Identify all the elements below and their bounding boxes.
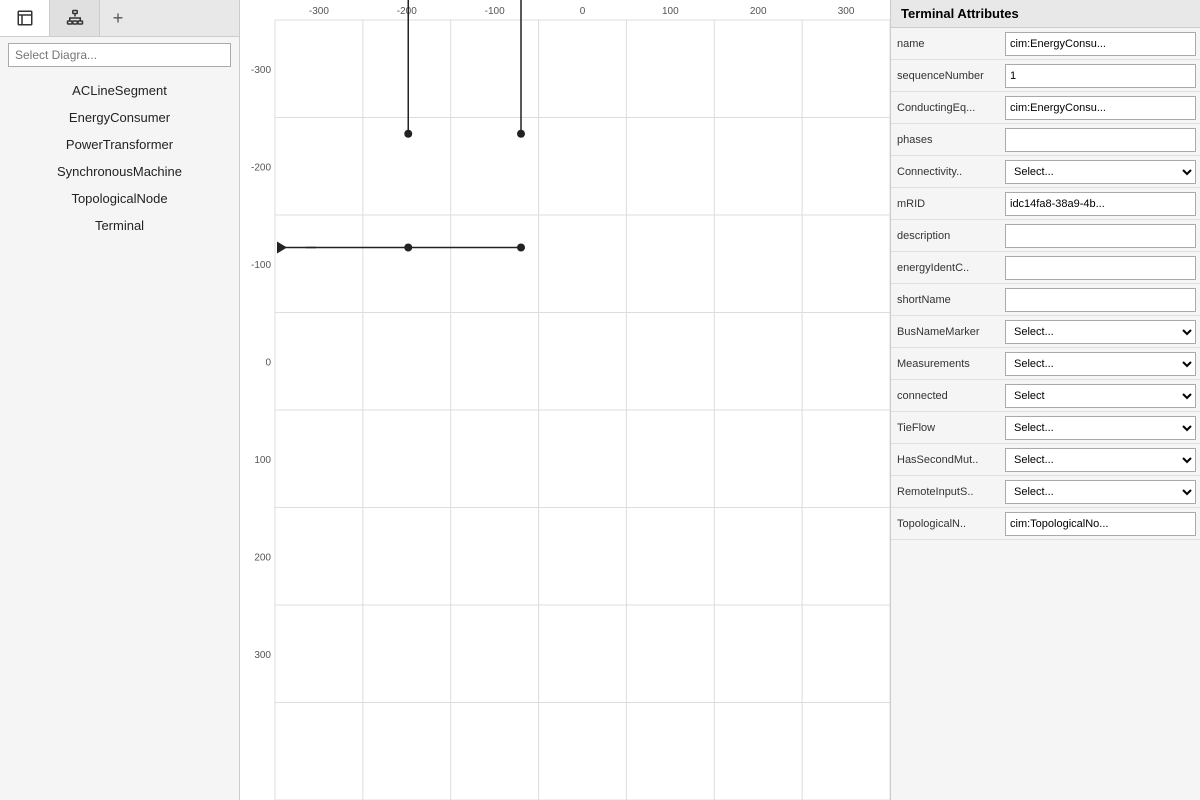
attr-value[interactable] [1001, 286, 1200, 314]
attr-label: mRID [891, 194, 1001, 214]
attr-select[interactable]: Select [1005, 384, 1196, 408]
attr-row: mRID [891, 188, 1200, 220]
attr-row: Connectivity..Select... [891, 156, 1200, 188]
diagram-tab[interactable] [0, 0, 50, 36]
attr-value[interactable]: Select... [1001, 158, 1200, 186]
select-diagram-input[interactable]: Select Diagra... [8, 43, 231, 67]
attr-select[interactable]: Select... [1005, 416, 1196, 440]
attr-value[interactable]: Select... [1001, 478, 1200, 506]
attr-select[interactable]: Select... [1005, 448, 1196, 472]
attr-label: shortName [891, 290, 1001, 310]
attr-label: RemoteInputS.. [891, 482, 1001, 502]
attr-row: TieFlowSelect... [891, 412, 1200, 444]
attr-input[interactable] [1005, 32, 1196, 56]
attributes-container: name sequenceNumber ConductingEq... phases C… [891, 28, 1200, 540]
right-panel: Terminal Attributes name sequenceNumber Co… [890, 0, 1200, 800]
attr-label: description [891, 226, 1001, 246]
svg-text:200: 200 [254, 552, 271, 563]
sidebar-nav-item[interactable]: EnergyConsumer [0, 104, 239, 131]
attr-value[interactable] [1001, 190, 1200, 218]
attr-row: connectedSelect [891, 380, 1200, 412]
attr-value[interactable] [1001, 126, 1200, 154]
attr-value[interactable] [1001, 30, 1200, 58]
attr-input[interactable] [1005, 512, 1196, 536]
attr-select[interactable]: Select... [1005, 320, 1196, 344]
attr-input[interactable] [1005, 224, 1196, 248]
attr-label: energyIdentC.. [891, 258, 1001, 278]
attr-label: ConductingEq... [891, 98, 1001, 118]
attr-input[interactable] [1005, 256, 1196, 280]
svg-text:-300: -300 [309, 6, 329, 17]
attr-value[interactable] [1001, 510, 1200, 538]
attr-select[interactable]: Select... [1005, 160, 1196, 184]
attr-label: Measurements [891, 354, 1001, 374]
sidebar: + Select Diagra... ACLineSegmentEnergyCo… [0, 0, 240, 800]
attr-value[interactable]: Select... [1001, 414, 1200, 442]
sidebar-nav-item[interactable]: Terminal [0, 212, 239, 239]
grid-svg: -300 -200 -100 0 100 200 300 -300 -200 -100 0 100 20… [240, 0, 890, 800]
attr-input[interactable] [1005, 128, 1196, 152]
attr-row: HasSecondMut..Select... [891, 444, 1200, 476]
attr-label: name [891, 34, 1001, 54]
attr-value[interactable] [1001, 94, 1200, 122]
svg-text:0: 0 [580, 6, 586, 17]
nav-list: ACLineSegmentEnergyConsumerPowerTransfor… [0, 73, 239, 243]
attr-row: BusNameMarkerSelect... [891, 316, 1200, 348]
attr-value[interactable]: Select [1001, 382, 1200, 410]
attr-input[interactable] [1005, 96, 1196, 120]
attr-value[interactable] [1001, 254, 1200, 282]
svg-text:300: 300 [254, 650, 271, 661]
svg-text:100: 100 [254, 455, 271, 466]
attr-row: shortName [891, 284, 1200, 316]
attr-select[interactable]: Select... [1005, 352, 1196, 376]
attr-row: MeasurementsSelect... [891, 348, 1200, 380]
attr-label: phases [891, 130, 1001, 150]
attr-row: TopologicalN.. [891, 508, 1200, 540]
attr-input[interactable] [1005, 64, 1196, 88]
add-diagram-button[interactable]: + [100, 0, 136, 36]
attr-label: BusNameMarker [891, 322, 1001, 342]
attr-value[interactable]: Select... [1001, 318, 1200, 346]
sidebar-nav-item[interactable]: PowerTransformer [0, 131, 239, 158]
attr-row: energyIdentC.. [891, 252, 1200, 284]
attr-value[interactable] [1001, 222, 1200, 250]
attr-label: sequenceNumber [891, 66, 1001, 86]
sidebar-nav-item[interactable]: SynchronousMachine [0, 158, 239, 185]
attr-label: HasSecondMut.. [891, 450, 1001, 470]
attr-input[interactable] [1005, 288, 1196, 312]
svg-text:200: 200 [750, 6, 767, 17]
attr-label: TopologicalN.. [891, 514, 1001, 534]
svg-text:-300: -300 [251, 65, 271, 76]
attr-label: TieFlow [891, 418, 1001, 438]
hierarchy-tab[interactable] [50, 0, 100, 36]
svg-text:0: 0 [265, 357, 271, 368]
svg-text:100: 100 [662, 6, 679, 17]
attr-row: description [891, 220, 1200, 252]
panel-title: Terminal Attributes [891, 0, 1200, 28]
attr-row: sequenceNumber [891, 60, 1200, 92]
attr-value[interactable]: Select... [1001, 446, 1200, 474]
attr-row: ConductingEq... [891, 92, 1200, 124]
svg-text:-100: -100 [251, 260, 271, 271]
attr-row: name [891, 28, 1200, 60]
svg-text:300: 300 [838, 6, 855, 17]
sidebar-nav-item[interactable]: ACLineSegment [0, 77, 239, 104]
attr-label: Connectivity.. [891, 162, 1001, 182]
attr-value[interactable] [1001, 62, 1200, 90]
attr-row: RemoteInputS..Select... [891, 476, 1200, 508]
attr-label: connected [891, 386, 1001, 406]
sidebar-tabs: + [0, 0, 239, 37]
svg-text:-200: -200 [397, 6, 417, 17]
svg-text:-200: -200 [251, 162, 271, 173]
svg-text:-100: -100 [485, 6, 505, 17]
sidebar-nav-item[interactable]: TopologicalNode [0, 185, 239, 212]
attr-value[interactable]: Select... [1001, 350, 1200, 378]
attr-input[interactable] [1005, 192, 1196, 216]
attr-select[interactable]: Select... [1005, 480, 1196, 504]
canvas-area[interactable]: -300 -200 -100 0 100 200 300 -300 -200 -100 0 100 20… [240, 0, 890, 800]
attr-row: phases [891, 124, 1200, 156]
